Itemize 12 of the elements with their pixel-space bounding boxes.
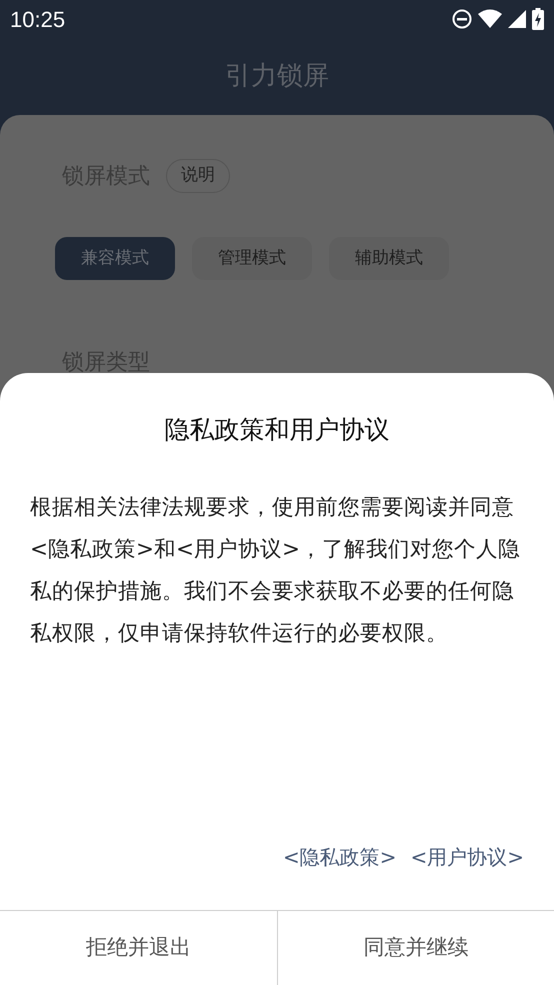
signal-icon	[508, 10, 526, 28]
dialog-button[interactable]: 拒绝并退出	[0, 911, 276, 985]
dialog-body: 根据相关法律法规要求，使用前您需要阅读并同意<隐私政策>和<用户协议>，了解我们对您个人隐私的保护措施。我们不会要求获取不必要的任何隐私权限，仅申请保持软件运行的必要权限。	[29, 494, 522, 648]
app-title: 引力锁屏	[225, 60, 329, 93]
policy-link[interactable]: <用户协议>	[410, 842, 524, 872]
battery-icon	[532, 8, 544, 30]
do-not-disturb-icon	[452, 9, 472, 29]
policy-link[interactable]: <隐私政策>	[282, 842, 396, 872]
status-time: 10:25	[10, 6, 66, 34]
dialog-title: 隐私政策和用户协议	[164, 414, 390, 446]
dialog-button[interactable]: 同意并继续	[276, 911, 554, 985]
wifi-icon	[478, 9, 502, 29]
